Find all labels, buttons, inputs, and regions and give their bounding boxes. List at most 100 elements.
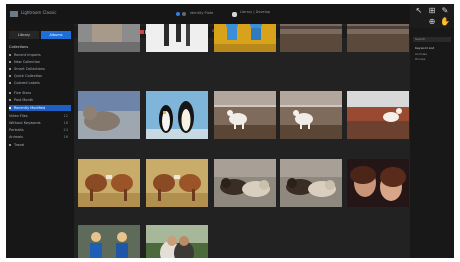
photo-thumbnail[interactable]: [78, 159, 140, 207]
photo-thumbnail[interactable]: [347, 159, 409, 207]
photo-thumbnail[interactable]: [280, 24, 342, 52]
sidebar-item-label: Animals: [9, 135, 23, 139]
color-chip-red[interactable]: [140, 30, 144, 34]
photo-image: [146, 159, 208, 207]
sidebar-item[interactable]: Quick Collection: [9, 73, 71, 79]
photo-thumbnail[interactable]: [214, 91, 276, 139]
hand-tool-icon[interactable]: ✋: [440, 17, 450, 27]
photo-thumbnail[interactable]: [146, 159, 208, 207]
photo-image: [280, 159, 342, 207]
photo-thumbnail[interactable]: [78, 91, 140, 139]
photo-thumbnail[interactable]: [347, 24, 409, 52]
photo-image: [146, 91, 208, 139]
photo-thumbnail[interactable]: [78, 24, 140, 52]
sidebar-item-label: Five Stars: [14, 91, 32, 95]
photo-thumbnail[interactable]: [214, 24, 276, 52]
bullet-icon: [9, 144, 11, 146]
photo-image: [214, 159, 276, 207]
identity-plate-text: Identity Plate: [190, 11, 214, 15]
photo-thumbnail[interactable]: [78, 225, 140, 258]
photo-image: [78, 159, 140, 207]
bullet-icon: [9, 54, 11, 56]
photo-thumbnail[interactable]: [280, 159, 342, 207]
sidebar-item-label: Smart Collections: [14, 67, 45, 71]
app-title: Lightroom Classic: [21, 10, 57, 15]
photo-image: [146, 24, 208, 52]
sidebar-item[interactable]: Portraits 24: [9, 127, 71, 133]
sidebar-item[interactable]: Recent Imports: [9, 52, 71, 58]
sidebar-item-label: Past Month: [14, 98, 34, 102]
bullet-icon: [9, 107, 11, 109]
section-header-label: Collections: [9, 45, 29, 49]
bullet-icon: [9, 82, 11, 84]
sidebar-item-label: Recently Modified: [14, 106, 46, 110]
photo-image: [280, 24, 342, 52]
photo-image: [146, 225, 208, 258]
bullet-icon: [9, 92, 11, 94]
photo-image: [214, 24, 276, 52]
sidebar-item[interactable]: Colored Labels: [9, 80, 71, 86]
app-window: Lightroom Classic Identity Plate Library…: [6, 4, 454, 258]
sidebar-item[interactable]: Animals 16: [9, 134, 71, 140]
section-header-collections: Collections: [9, 44, 71, 50]
photo-thumbnail[interactable]: [146, 91, 208, 139]
crop-tool-icon[interactable]: ⊞: [427, 6, 437, 16]
photo-image: [347, 24, 409, 52]
sidebar-item-selected[interactable]: Recently Modified: [9, 105, 71, 111]
sidebar-item-label: New Collection: [14, 60, 41, 64]
brush-tool-icon[interactable]: ✎: [440, 6, 450, 16]
photo-image: [78, 91, 140, 139]
sidebar-item-label: Travel: [14, 143, 25, 147]
photo-image: [347, 91, 409, 139]
photo-thumbnail[interactable]: [214, 159, 276, 207]
item-count: 24: [63, 128, 68, 132]
keyword-item[interactable]: Horses: [415, 57, 425, 61]
photo-image: [347, 159, 409, 207]
selection-tool-icon[interactable]: ↖: [414, 6, 424, 16]
keyword-search-input[interactable]: Search: [413, 37, 451, 42]
item-count: 18: [63, 121, 68, 125]
keyword-panel-header[interactable]: Keyword List: [415, 46, 434, 50]
app-logo-icon: [10, 11, 18, 17]
sidebar-item-label: Video Files: [9, 114, 28, 118]
photo-image: [78, 24, 140, 52]
zoom-tool-icon[interactable]: ⊕: [427, 17, 437, 27]
bullet-icon: [9, 61, 11, 63]
status-dot-icon: [182, 12, 186, 16]
photo-grid-area: Filter Sort Thumbnails: [74, 24, 410, 258]
sidebar-item-label: Portraits: [9, 128, 24, 132]
photo-image: [214, 91, 276, 139]
photo-thumbnail[interactable]: [347, 91, 409, 139]
item-count: 12: [63, 114, 68, 118]
sidebar-item-label: Quick Collection: [14, 74, 43, 78]
sidebar-item[interactable]: Without Keywords 18: [9, 120, 71, 126]
module-picker[interactable]: Library | Develop: [240, 10, 270, 14]
sidebar-item[interactable]: Past Month: [9, 97, 71, 103]
sidebar-item[interactable]: Travel: [9, 142, 71, 148]
toolbox: ↖ ⊞ ✎ ⊕ ✋: [410, 4, 454, 28]
sidebar-item-label: Recent Imports: [14, 53, 41, 57]
bullet-icon: [9, 99, 11, 101]
photo-thumbnail[interactable]: [146, 24, 208, 52]
sidebar-item-label: Without Keywords: [9, 121, 41, 125]
right-panel: Search Keyword List Animals Horses: [410, 28, 454, 258]
sidebar-item-label: Colored Labels: [14, 81, 40, 85]
sidebar-item[interactable]: Five Stars: [9, 90, 71, 96]
keyword-item[interactable]: Animals: [415, 52, 427, 56]
status-dot-icon: [176, 12, 180, 16]
sidebar-item[interactable]: Video Files 12: [9, 113, 71, 119]
photo-thumbnail[interactable]: [146, 225, 208, 258]
sidebar-item[interactable]: Smart Collections: [9, 66, 71, 72]
tab-albums[interactable]: Albums: [41, 31, 71, 39]
photo-thumbnail[interactable]: [280, 91, 342, 139]
photo-image: [78, 225, 140, 258]
sidebar-item[interactable]: New Collection: [9, 59, 71, 65]
left-sidebar: Library Albums Collections Recent Import…: [6, 24, 74, 258]
tab-library[interactable]: Library: [9, 31, 39, 39]
bullet-icon: [9, 75, 11, 77]
bullet-icon: [9, 68, 11, 70]
photo-image: [280, 91, 342, 139]
item-count: 16: [63, 135, 68, 139]
title-bar: Lightroom Classic Identity Plate Library…: [6, 4, 454, 24]
user-icon[interactable]: [232, 12, 237, 17]
